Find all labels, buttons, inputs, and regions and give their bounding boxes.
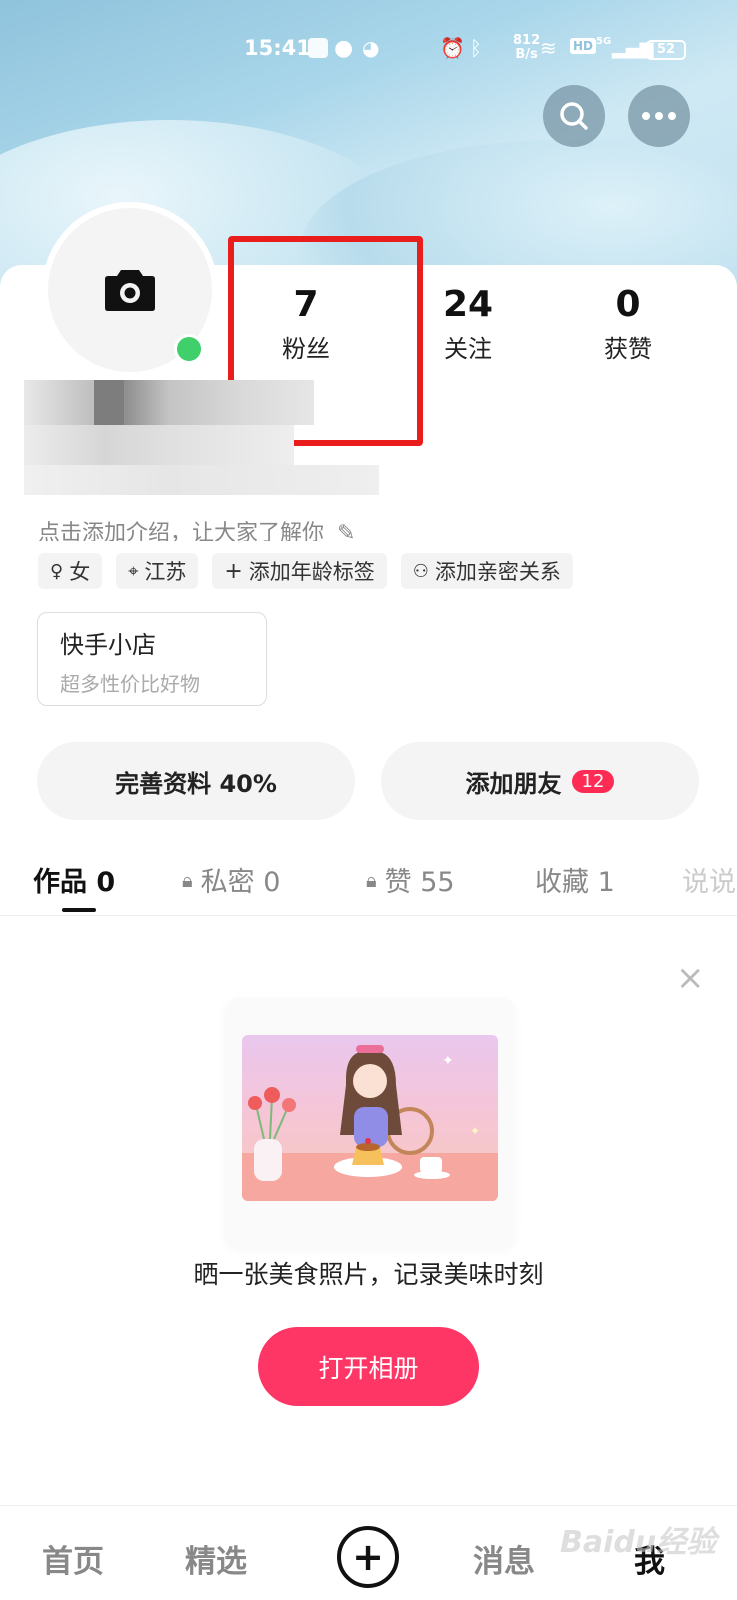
signal-5g-label: 5G	[596, 36, 612, 47]
add-friends-button[interactable]: 添加朋友 12	[381, 742, 699, 820]
nav-create-button[interactable]: +	[337, 1526, 399, 1588]
lock-icon: 🔒︎	[366, 867, 377, 892]
tab-private[interactable]: 🔒︎ 私密 0	[182, 860, 280, 899]
wifi-icon: ≋	[540, 36, 557, 60]
active-tab-indicator	[62, 908, 96, 912]
blurred-username	[24, 380, 384, 510]
nav-featured[interactable]: 精选	[185, 1536, 247, 1581]
tag-add-age[interactable]: + 添加年龄标签	[212, 553, 387, 589]
status-bar: 15:41 ● ◕ ⏰ ᛒ 812 B/s ≋ HD 5G ▂▄▆ 52	[0, 34, 737, 64]
battery-icon: 52	[646, 40, 686, 60]
likes-count: 0	[615, 284, 641, 325]
tab-liked[interactable]: 🔒︎ 赞 55	[366, 860, 455, 899]
lock-icon: 🔒︎	[182, 867, 193, 892]
nav-messages[interactable]: 消息	[473, 1536, 535, 1581]
network-speed: 812 B/s	[513, 33, 541, 62]
open-album-button[interactable]: 打开相册	[258, 1327, 479, 1406]
svg-text:✦: ✦	[442, 1053, 454, 1069]
friends-badge: 12	[571, 769, 615, 793]
shop-subtitle: 超多性价比好物	[60, 672, 200, 696]
edit-icon: ✎	[337, 521, 356, 541]
bluetooth-icon: ᛒ	[470, 36, 482, 60]
more-button[interactable]	[628, 85, 690, 147]
plus-icon: +	[352, 1535, 384, 1579]
likes-stat[interactable]: 0 获赞	[558, 285, 698, 364]
gender-icon: ♀	[50, 560, 64, 582]
watermark: Baidu经验	[560, 1525, 717, 1560]
profile-intro[interactable]: 点击添加介绍，让大家了解你 ✎	[38, 515, 355, 541]
online-status-dot	[174, 334, 204, 364]
chat-bubble-icon: ●	[334, 36, 354, 61]
wechat-icon: ◕	[362, 36, 380, 60]
more-icon	[642, 112, 676, 120]
shop-card[interactable]: 快手小店 超多性价比好物	[37, 612, 267, 706]
alarm-icon: ⏰	[440, 36, 465, 60]
content-tabs: 作品 0 🔒︎ 私密 0 🔒︎ 赞 55 收藏 1 说说	[0, 850, 737, 916]
search-icon	[560, 102, 588, 130]
hd-icon: HD	[570, 38, 597, 54]
status-time: 15:41	[244, 36, 311, 60]
person-icon: ⚇	[412, 560, 429, 582]
svg-text:✦: ✦	[470, 1124, 480, 1138]
plus-icon: +	[224, 558, 243, 584]
search-button[interactable]	[543, 85, 605, 147]
tab-favorites[interactable]: 收藏 1	[535, 860, 615, 899]
app-notification-icon	[308, 38, 328, 58]
tag-add-relationship[interactable]: ⚇ 添加亲密关系	[400, 553, 573, 589]
camera-icon	[105, 270, 155, 311]
tag-location[interactable]: ⌖ 江苏	[116, 553, 199, 589]
location-icon: ⌖	[128, 560, 139, 582]
tab-moments[interactable]: 说说	[682, 860, 736, 899]
nav-home[interactable]: 首页	[42, 1536, 104, 1581]
close-icon[interactable]: ×	[676, 958, 705, 998]
tab-works[interactable]: 作品 0	[33, 860, 115, 899]
empty-state-caption: 晒一张美食照片，记录美味时刻	[193, 1260, 544, 1289]
tag-gender[interactable]: ♀ 女	[38, 553, 103, 589]
shop-title: 快手小店	[60, 631, 156, 659]
food-illustration: ✦ ✦	[242, 1035, 498, 1201]
complete-profile-button[interactable]: 完善资料 40%	[37, 742, 355, 820]
likes-label: 获赞	[604, 335, 652, 363]
profile-tags: ♀ 女 ⌖ 江苏 + 添加年龄标签 ⚇ 添加亲密关系	[38, 553, 573, 589]
